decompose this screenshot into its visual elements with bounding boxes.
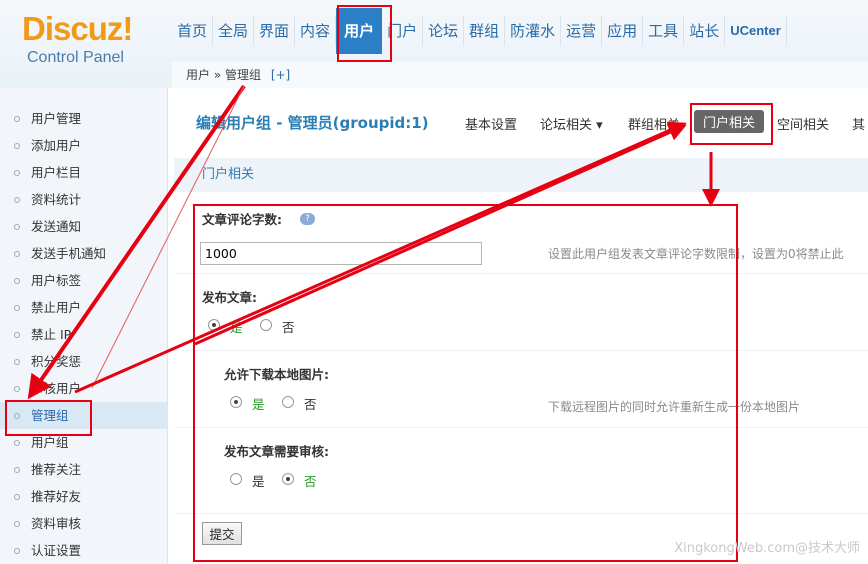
highlight-box-admin-group [5,400,92,436]
sidebar-item-label: 禁止用户 [31,300,82,315]
bullet-icon [14,439,20,446]
sidebar-item-verify-settings[interactable]: 认证设置 [0,537,167,564]
sidebar-item-label: 用户栏目 [31,165,82,180]
tab-operation[interactable]: 运营 [561,16,603,46]
bullet-icon [14,142,20,149]
logo[interactable]: Discuz! Control Panel [0,0,172,88]
bullet-icon [14,493,20,500]
bullet-icon [14,115,20,122]
bullet-icon [14,304,20,311]
highlight-box-portal-tab [690,103,773,145]
sidebar-item-user-fields[interactable]: 用户栏目 [0,159,167,186]
header: Discuz! Control Panel 首页 全局 界面 内容 用户 门户 … [0,0,868,88]
sidebar-item-label: 推荐好友 [31,489,82,504]
bullet-icon [14,358,20,365]
sidebar-item-ban-ip[interactable]: 禁止 IP [0,321,167,348]
bullet-icon [14,331,20,338]
bullet-icon [14,277,20,284]
tab-ucenter[interactable]: UCenter [725,16,787,46]
sidebar-item-credits[interactable]: 积分奖惩 [0,348,167,375]
sidebar-item-user-manage[interactable]: 用户管理 [0,105,167,132]
tab-home[interactable]: 首页 [172,16,214,46]
sidebar-item-recommend-follow[interactable]: 推荐关注 [0,456,167,483]
sidebar-item-label: 资料审核 [31,516,82,531]
sidebar-item-label: 积分奖惩 [31,354,82,369]
subtab-group[interactable]: 群组相关 [628,114,680,133]
bullet-icon [14,196,20,203]
subtab-more[interactable]: 其 [852,114,865,133]
sidebar: 用户管理 添加用户 用户栏目 资料统计 发送通知 发送手机通知 用户标签 禁止用… [0,88,168,564]
highlight-box-user-tab [337,5,392,62]
bullet-icon [14,169,20,176]
bullet-icon [14,223,20,230]
sidebar-item-label: 发送通知 [31,219,82,234]
breadcrumb: 用户 » 管理组 [+] [172,62,868,88]
sidebar-item-profile-stats[interactable]: 资料统计 [0,186,167,213]
section-header: 门户相关 [174,158,868,192]
logo-subtitle: Control Panel [27,49,124,66]
sidebar-item-label: 认证设置 [31,543,82,558]
breadcrumb-add-shortcut[interactable]: [+] [271,68,290,82]
tab-apps[interactable]: 应用 [602,16,644,46]
sidebar-item-label: 用户标签 [31,273,82,288]
sidebar-item-label: 用户管理 [31,111,82,126]
bullet-icon [14,466,20,473]
sidebar-item-send-sms[interactable]: 发送手机通知 [0,240,167,267]
sidebar-item-profile-audit[interactable]: 资料审核 [0,510,167,537]
watermark: XingkongWeb.com@技术大师 [674,541,860,556]
sidebar-item-label: 推荐关注 [31,462,82,477]
page-title: 编辑用户组 - 管理员(groupid:1) [196,114,429,132]
sidebar-item-send-notice[interactable]: 发送通知 [0,213,167,240]
tab-group[interactable]: 群组 [464,16,506,46]
tab-anti-spam[interactable]: 防灌水 [505,16,562,46]
sidebar-item-label: 添加用户 [31,138,82,153]
tab-tools[interactable]: 工具 [643,16,685,46]
tab-founder[interactable]: 站长 [684,16,726,46]
bullet-icon [14,250,20,257]
logo-brand: Discuz! [22,10,133,47]
sidebar-item-label: 审核用户 [31,381,82,396]
sidebar-item-label: 发送手机通知 [31,246,107,261]
subtab-basic[interactable]: 基本设置 [465,114,517,133]
breadcrumb-text: 用户 » 管理组 [186,68,261,82]
sidebar-item-ban-user[interactable]: 禁止用户 [0,294,167,321]
tab-content[interactable]: 内容 [295,16,337,46]
highlight-box-portal-settings [193,204,738,562]
bullet-icon [14,520,20,527]
tab-global[interactable]: 全局 [213,16,255,46]
sidebar-item-user-tags[interactable]: 用户标签 [0,267,167,294]
subtab-space[interactable]: 空间相关 [777,114,829,133]
sidebar-item-recommend-friend[interactable]: 推荐好友 [0,483,167,510]
top-nav: 首页 全局 界面 内容 用户 门户 论坛 群组 防灌水 运营 应用 工具 站长 … [172,8,787,54]
bullet-icon [14,547,20,554]
tab-forum[interactable]: 论坛 [423,16,465,46]
sidebar-item-label: 资料统计 [31,192,82,207]
sidebar-item-add-user[interactable]: 添加用户 [0,132,167,159]
sidebar-item-label: 禁止 IP [31,327,72,342]
sidebar-item-audit-user[interactable]: 审核用户 [0,375,167,402]
subtab-forum[interactable]: 论坛相关 ▾ [540,114,603,133]
tab-style[interactable]: 界面 [254,16,296,46]
bullet-icon [14,385,20,392]
